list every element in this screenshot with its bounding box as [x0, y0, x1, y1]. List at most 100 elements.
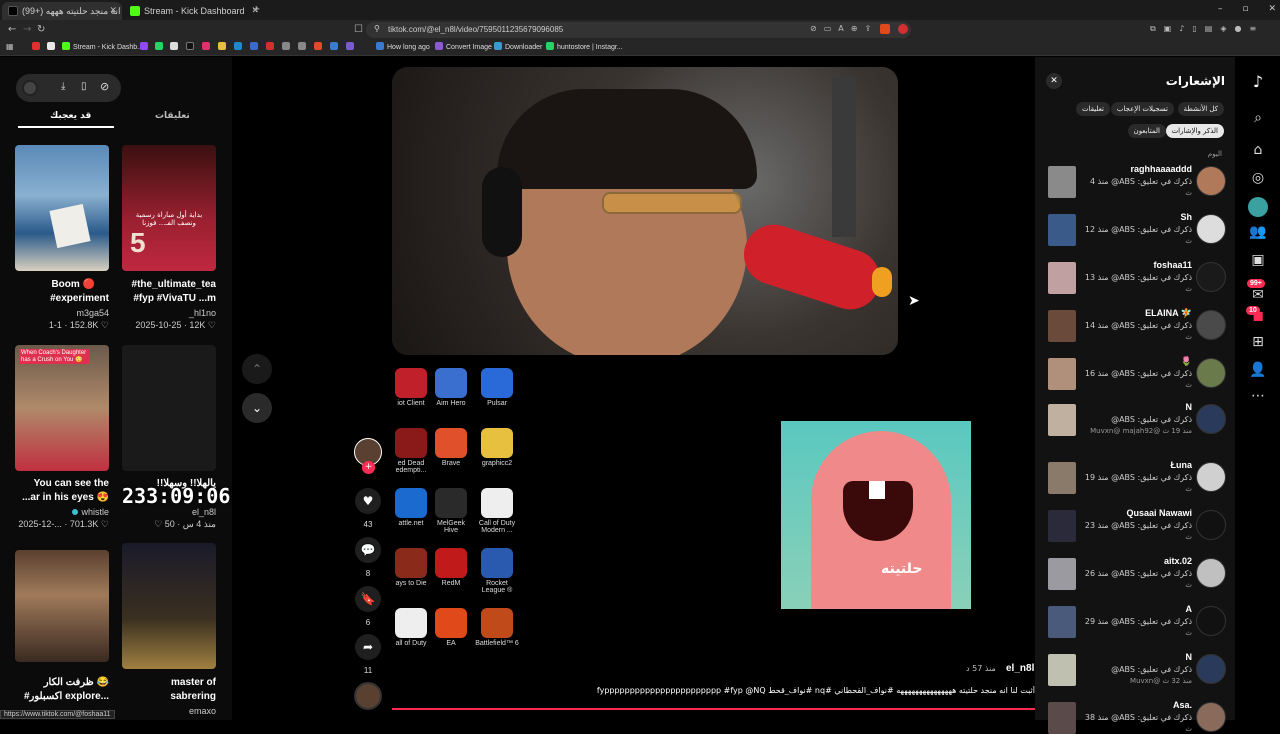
notification-username[interactable]: ELAINA 🧚: [1145, 308, 1192, 319]
notification-username[interactable]: Łuna: [1171, 460, 1193, 470]
profile-icon[interactable]: 👤: [1248, 362, 1268, 382]
upload-icon[interactable]: ⊞: [1248, 334, 1268, 354]
translate-icon[interactable]: A: [838, 24, 843, 36]
rewards-icon[interactable]: [898, 24, 908, 34]
avatar[interactable]: [1196, 558, 1226, 588]
card-title[interactable]: #the_ultimate_tea: [132, 279, 216, 290]
desktop-app-icon[interactable]: [481, 368, 513, 398]
maximize-icon[interactable]: ▫: [1242, 4, 1248, 14]
new-tab-button[interactable]: +: [252, 4, 260, 15]
video-thumbnail[interactable]: [1048, 166, 1076, 198]
video-thumbnail[interactable]: [1048, 654, 1076, 686]
filter-likes[interactable]: تسجيلات الإعجاب: [1110, 102, 1174, 116]
phone-icon[interactable]: ▯: [81, 81, 87, 92]
extension-icon[interactable]: ⧉: [1150, 24, 1156, 36]
video-thumbnail[interactable]: [122, 345, 216, 471]
desktop-app-icon[interactable]: [435, 608, 467, 638]
following-icon[interactable]: 👥: [1248, 224, 1268, 244]
close-button[interactable]: ✕: [1046, 73, 1062, 89]
bookmark-icon[interactable]: ☐: [354, 24, 363, 35]
notification-username[interactable]: A: [1186, 604, 1193, 614]
desktop-app-icon[interactable]: [435, 368, 467, 398]
video-thumbnail[interactable]: [1048, 510, 1076, 542]
inbox-icon[interactable]: ✉: [1248, 287, 1268, 307]
previous-video-button[interactable]: ⌃: [242, 354, 272, 384]
apps-icon[interactable]: ▦: [6, 42, 14, 51]
desktop-app-icon[interactable]: [435, 428, 467, 458]
tab-kick[interactable]: Stream - Kick Dashboard ✕: [124, 2, 264, 20]
notification-username[interactable]: N: [1186, 652, 1193, 662]
avatar[interactable]: [1196, 214, 1226, 244]
notification-username[interactable]: Sh: [1180, 212, 1192, 222]
bookmark-convert-image[interactable]: Convert Image: [435, 42, 492, 51]
sidebar-icon[interactable]: ▯: [1192, 24, 1196, 36]
avatar[interactable]: [1196, 262, 1226, 292]
reload-icon[interactable]: ↻: [37, 24, 45, 35]
notification-username[interactable]: aitx.02: [1164, 556, 1192, 566]
live-icon[interactable]: ▣: [1248, 252, 1268, 272]
share-icon[interactable]: ⇪: [864, 24, 871, 36]
desktop-app-icon[interactable]: [395, 608, 427, 638]
notification-username[interactable]: foshaa11: [1153, 260, 1192, 270]
video-thumbnail[interactable]: [122, 543, 216, 669]
card-title[interactable]: Boom 🔴: [51, 279, 95, 290]
desktop-app-icon[interactable]: [481, 548, 513, 578]
desktop-app-icon[interactable]: [395, 548, 427, 578]
avatar[interactable]: [1196, 654, 1226, 684]
sound-disc[interactable]: [354, 682, 382, 710]
no-tracking-icon[interactable]: ⊘: [810, 24, 817, 36]
bookmark-favicon[interactable]: [314, 42, 322, 50]
desktop-app-icon[interactable]: [395, 368, 427, 398]
like-button[interactable]: ♥: [355, 488, 381, 514]
wallet-icon[interactable]: ▤: [1205, 24, 1213, 36]
desktop-app-icon[interactable]: [395, 488, 427, 518]
desktop-app-icon[interactable]: [435, 488, 467, 518]
desktop-app-icon[interactable]: [481, 488, 513, 518]
video-thumbnail[interactable]: بداية أول مباراة رسمية ونصف الفـ... فوزن…: [122, 145, 216, 271]
video-thumbnail[interactable]: [1048, 358, 1076, 390]
bookmark-huntostore[interactable]: huntostore | Instagr...: [546, 42, 623, 51]
card-title[interactable]: #اكسبلور explore...: [24, 691, 109, 702]
desktop-app-icon[interactable]: [481, 428, 513, 458]
desktop-app-icon[interactable]: [481, 608, 513, 638]
home-icon[interactable]: ⌂: [1248, 142, 1268, 162]
notification-username[interactable]: Asa.: [1173, 700, 1192, 710]
video-player[interactable]: [392, 67, 898, 355]
card-author[interactable]: el_n8l: [192, 507, 216, 517]
avatar[interactable]: [1196, 702, 1226, 732]
bookmark-kick[interactable]: Stream - Kick Dashb...: [62, 42, 143, 51]
comment-button[interactable]: 💬: [355, 537, 381, 563]
twitch-icon[interactable]: [140, 42, 148, 50]
video-thumbnail[interactable]: When Coach's Daughter has a Crush on You…: [15, 345, 109, 471]
notification-username[interactable]: 🌷: [1181, 356, 1192, 367]
avatar[interactable]: [1196, 358, 1226, 388]
card-title[interactable]: #fyp #VivaTU ...m: [133, 293, 216, 304]
share-button[interactable]: ➦: [355, 634, 381, 660]
instagram-icon[interactable]: [202, 42, 210, 50]
zoom-icon[interactable]: ⊕: [851, 24, 858, 36]
tiktok-logo-icon[interactable]: ♪: [1248, 72, 1268, 92]
card-title[interactable]: sabrering: [170, 691, 216, 702]
card-title[interactable]: #experiment: [50, 293, 109, 304]
notification-username[interactable]: Qusaai Nawawi: [1126, 508, 1192, 518]
whatsapp-icon[interactable]: [155, 42, 163, 50]
screenshot-icon[interactable]: ▣: [1164, 24, 1172, 36]
bookmark-favicon[interactable]: [298, 42, 306, 50]
download-icon[interactable]: ⤓: [61, 81, 65, 92]
desktop-app-icon[interactable]: [435, 548, 467, 578]
bookmark-favicon[interactable]: [330, 42, 338, 50]
next-video-button[interactable]: ⌄: [242, 393, 272, 423]
video-progress-bar[interactable]: [392, 708, 1035, 710]
vpn-icon[interactable]: ◈: [1220, 24, 1226, 36]
notification-username[interactable]: raghhaaaaddd: [1130, 164, 1192, 174]
bookmark-favicon[interactable]: [266, 42, 274, 50]
bookmark-favicon[interactable]: [346, 42, 354, 50]
avatar[interactable]: [1248, 197, 1268, 217]
save-button[interactable]: 🔖: [355, 586, 381, 612]
x-icon[interactable]: [170, 42, 178, 50]
search-icon[interactable]: ⌕: [1248, 110, 1268, 130]
follow-button[interactable]: +: [362, 461, 375, 474]
card-author[interactable]: emaxo: [189, 706, 216, 716]
video-thumbnail[interactable]: [1048, 262, 1076, 294]
bookmark-favicon[interactable]: [234, 42, 242, 50]
